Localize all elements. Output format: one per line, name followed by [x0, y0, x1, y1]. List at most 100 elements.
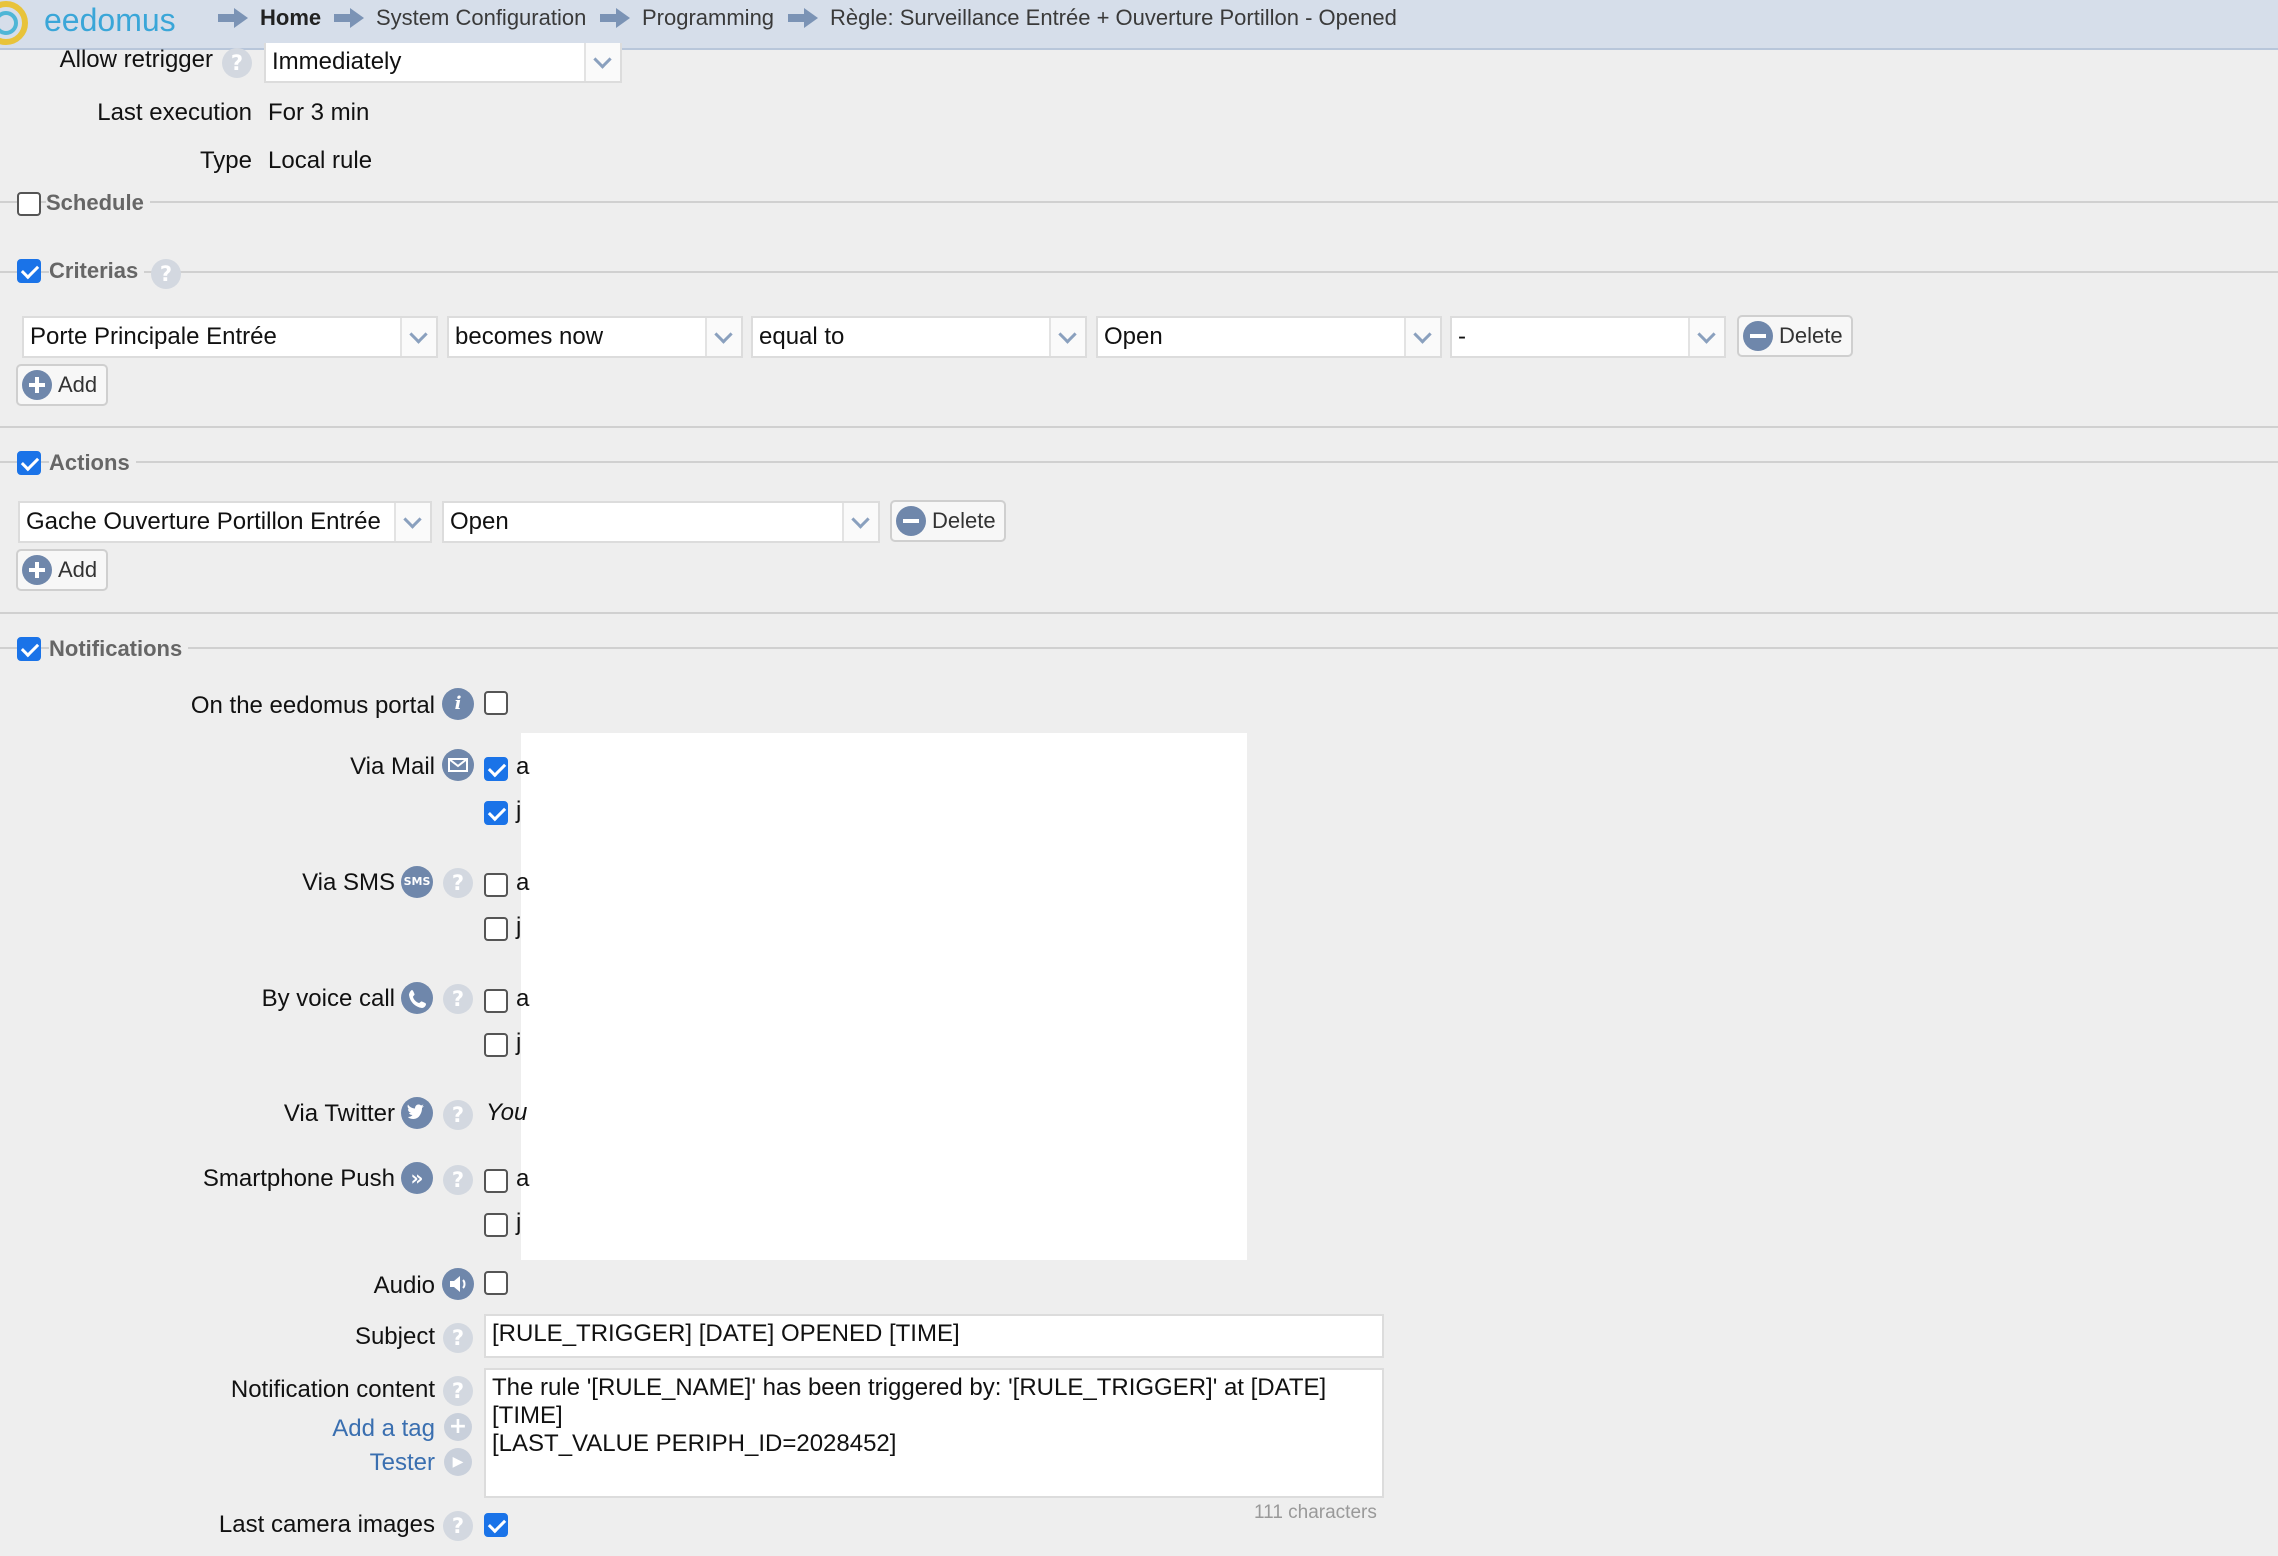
- twitter-label: Via Twitter: [283, 1100, 395, 1127]
- audio-label: Audio: [373, 1272, 435, 1299]
- add-label: Add: [58, 557, 98, 582]
- breadcrumb-label: System Configuration: [376, 5, 587, 30]
- push-icon: »: [401, 1162, 433, 1194]
- push-recipient-j-checkbox[interactable]: [484, 1213, 508, 1237]
- sms-label: Via SMS: [302, 869, 395, 896]
- actions-checkbox[interactable]: [17, 451, 41, 475]
- push-recipient-a-checkbox[interactable]: [484, 1169, 508, 1193]
- actions-section-title: Actions: [49, 450, 136, 476]
- content-line-2: [TIME]: [492, 1402, 563, 1429]
- divider: [0, 426, 2278, 428]
- criteria-delete-button[interactable]: Delete: [1737, 315, 1853, 357]
- sms-recipient-j: j: [516, 913, 522, 940]
- audio-checkbox[interactable]: [484, 1271, 508, 1295]
- criterias-section-title: Criterias: [49, 258, 145, 284]
- mail-recipient-a: a: [516, 753, 530, 780]
- divider: [0, 201, 2278, 203]
- chevron-down-icon: [1688, 318, 1724, 356]
- breadcrumb-system-configuration[interactable]: System Configuration: [334, 5, 586, 31]
- breadcrumb-label: Home: [260, 5, 322, 30]
- content-line-3: [LAST_VALUE PERIPH_ID=2028452]: [492, 1430, 897, 1457]
- sms-icon: SMS: [401, 866, 433, 898]
- last-execution-value: For 3 min: [268, 99, 370, 126]
- plus-circle-icon: [22, 370, 52, 400]
- voice-call-label: By voice call: [261, 985, 395, 1012]
- subject-value: [RULE_TRIGGER] [DATE] OPENED [TIME]: [492, 1320, 960, 1347]
- portal-label: On the eedomus portal: [190, 692, 435, 719]
- help-icon[interactable]: ?: [443, 868, 473, 898]
- chevron-down-icon: [1049, 318, 1085, 356]
- delete-label: Delete: [1779, 323, 1843, 348]
- camera-images-checkbox[interactable]: [484, 1513, 508, 1537]
- arrow-right-icon: [600, 8, 630, 28]
- speaker-icon: [442, 1268, 474, 1300]
- play-icon[interactable]: ▶: [444, 1448, 472, 1476]
- character-count: 111 characters: [1254, 1502, 1377, 1523]
- notifications-section-title: Notifications: [49, 636, 189, 662]
- notifications-checkbox[interactable]: [17, 637, 41, 661]
- help-icon[interactable]: ?: [443, 1100, 473, 1130]
- twitter-note: You: [486, 1099, 528, 1126]
- allow-retrigger-value: Immediately: [272, 48, 402, 75]
- add-label: Add: [58, 372, 98, 397]
- chevron-down-icon: [705, 318, 741, 356]
- breadcrumb-programming[interactable]: Programming: [600, 5, 774, 31]
- recipients-panel: [521, 733, 1247, 1260]
- allow-retrigger-label: Allow retrigger: [59, 46, 213, 73]
- eedomus-logo-icon[interactable]: [0, 1, 28, 45]
- voice-recipient-j-checkbox[interactable]: [484, 1033, 508, 1057]
- tester-link[interactable]: Tester: [370, 1449, 435, 1477]
- delete-label: Delete: [932, 508, 996, 533]
- mail-recipient-a-checkbox[interactable]: [484, 757, 508, 781]
- action-device-select[interactable]: Gache Ouverture Portillon Entrée: [18, 501, 432, 543]
- chevron-down-icon: [400, 318, 436, 356]
- criteria-operator-select[interactable]: equal to: [751, 316, 1087, 358]
- criteria-when-select[interactable]: becomes now: [447, 316, 743, 358]
- app-logo-text[interactable]: eedomus: [44, 2, 176, 39]
- add-tag-link[interactable]: Add a tag: [332, 1415, 435, 1443]
- sms-recipient-a-checkbox[interactable]: [484, 873, 508, 897]
- subject-input[interactable]: [RULE_TRIGGER] [DATE] OPENED [TIME]: [484, 1314, 1384, 1358]
- help-icon[interactable]: ?: [443, 984, 473, 1014]
- criteria-device-value: Porte Principale Entrée: [30, 323, 277, 350]
- criteria-add-button[interactable]: Add: [16, 364, 108, 406]
- chevron-down-icon: [394, 503, 430, 541]
- breadcrumb-rule[interactable]: Règle: Surveillance Entrée + Ouverture P…: [788, 5, 1397, 31]
- help-icon[interactable]: ?: [443, 1165, 473, 1195]
- help-icon[interactable]: ?: [443, 1511, 473, 1541]
- divider: [0, 647, 2278, 649]
- portal-checkbox[interactable]: [484, 691, 508, 715]
- criterias-checkbox[interactable]: [17, 259, 41, 283]
- criteria-value-select[interactable]: Open: [1096, 316, 1442, 358]
- mail-recipient-j-checkbox[interactable]: [484, 801, 508, 825]
- notification-content-textarea[interactable]: The rule '[RULE_NAME]' has been triggere…: [484, 1368, 1384, 1498]
- divider: [0, 461, 2278, 463]
- criteria-extra-select[interactable]: -: [1450, 316, 1726, 358]
- breadcrumb-home[interactable]: Home: [218, 5, 321, 31]
- divider: [0, 612, 2278, 614]
- action-command-value: Open: [450, 508, 509, 535]
- help-icon[interactable]: ?: [443, 1376, 473, 1406]
- allow-retrigger-select[interactable]: Immediately: [264, 43, 622, 83]
- push-recipient-j: j: [516, 1209, 522, 1236]
- help-icon[interactable]: ?: [151, 259, 181, 289]
- sms-recipient-a: a: [516, 869, 530, 896]
- push-recipient-a: a: [516, 1165, 530, 1192]
- schedule-checkbox[interactable]: [17, 192, 41, 216]
- push-label: Smartphone Push: [202, 1165, 395, 1192]
- voice-recipient-a: a: [516, 985, 530, 1012]
- criteria-device-select[interactable]: Porte Principale Entrée: [22, 316, 438, 358]
- content-line-1: The rule '[RULE_NAME]' has been triggere…: [492, 1374, 1327, 1401]
- camera-images-label: Last camera images: [218, 1511, 435, 1538]
- plus-circle-icon[interactable]: +: [444, 1413, 472, 1441]
- voice-recipient-a-checkbox[interactable]: [484, 989, 508, 1013]
- action-command-select[interactable]: Open: [442, 501, 880, 543]
- criteria-when-value: becomes now: [455, 323, 604, 350]
- subject-label: Subject: [354, 1323, 435, 1350]
- help-icon[interactable]: ?: [443, 1323, 473, 1353]
- help-icon[interactable]: ?: [222, 48, 252, 78]
- action-add-button[interactable]: Add: [16, 549, 108, 591]
- action-delete-button[interactable]: Delete: [890, 500, 1006, 542]
- sms-recipient-j-checkbox[interactable]: [484, 917, 508, 941]
- notification-content-label: Notification content: [230, 1376, 435, 1403]
